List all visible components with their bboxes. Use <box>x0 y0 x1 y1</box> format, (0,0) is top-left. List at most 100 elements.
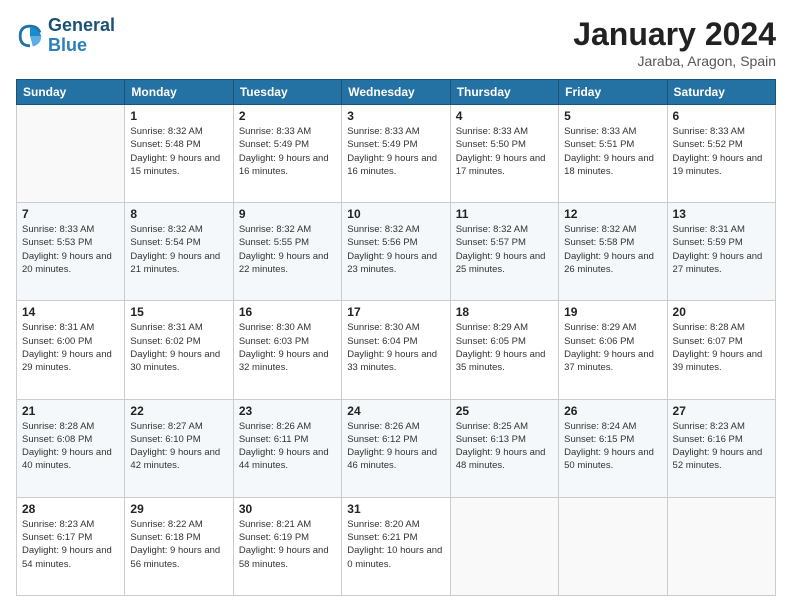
calendar-cell: 17Sunrise: 8:30 AM Sunset: 6:04 PM Dayli… <box>342 301 450 399</box>
day-number: 4 <box>456 109 553 123</box>
col-wednesday: Wednesday <box>342 80 450 105</box>
day-info: Sunrise: 8:26 AM Sunset: 6:11 PM Dayligh… <box>239 420 336 473</box>
day-number: 9 <box>239 207 336 221</box>
day-info: Sunrise: 8:29 AM Sunset: 6:05 PM Dayligh… <box>456 321 553 374</box>
day-number: 22 <box>130 404 227 418</box>
day-number: 5 <box>564 109 661 123</box>
calendar-cell: 24 Sunrise: 8:26 AM Sunset: 6:12 PM Dayli… <box>342 399 450 497</box>
logo-line2: Blue <box>48 35 87 55</box>
calendar-cell: 16 Sunrise: 8:30 AM Sunset: 6:03 PM Dayli… <box>233 301 341 399</box>
day-number: 10 <box>347 207 444 221</box>
day-number: 21 <box>22 404 119 418</box>
calendar-cell: 23 Sunrise: 8:26 AM Sunset: 6:11 PM Dayli… <box>233 399 341 497</box>
calendar-cell: 21Sunrise: 8:28 AM Sunset: 6:08 PM Dayli… <box>17 399 125 497</box>
day-info: Sunrise: 8:21 AM Sunset: 6:19 PM Dayligh… <box>239 518 336 571</box>
day-info: Sunrise: 8:20 AM Sunset: 6:21 PM Dayligh… <box>347 518 444 571</box>
day-number: 30 <box>239 502 336 516</box>
day-number: 13 <box>673 207 770 221</box>
day-info: Sunrise: 8:33 AM Sunset: 5:51 PM Dayligh… <box>564 125 661 178</box>
calendar-cell <box>667 497 775 595</box>
day-info: Sunrise: 8:32 AM Sunset: 5:54 PM Dayligh… <box>130 223 227 276</box>
day-number: 14 <box>22 305 119 319</box>
calendar-cell: 11 Sunrise: 8:32 AM Sunset: 5:57 PM Dayli… <box>450 203 558 301</box>
day-info: Sunrise: 8:31 AM Sunset: 6:02 PM Dayligh… <box>130 321 227 374</box>
calendar-cell: 7 Sunrise: 8:33 AM Sunset: 5:53 PM Daylig… <box>17 203 125 301</box>
day-info: Sunrise: 8:24 AM Sunset: 6:15 PM Dayligh… <box>564 420 661 473</box>
day-info: Sunrise: 8:32 AM Sunset: 5:55 PM Dayligh… <box>239 223 336 276</box>
day-number: 11 <box>456 207 553 221</box>
day-info: Sunrise: 8:27 AM Sunset: 6:10 PM Dayligh… <box>130 420 227 473</box>
calendar-cell: 6Sunrise: 8:33 AM Sunset: 5:52 PM Daylig… <box>667 105 775 203</box>
location: Jaraba, Aragon, Spain <box>573 53 776 69</box>
col-sunday: Sunday <box>17 80 125 105</box>
col-saturday: Saturday <box>667 80 775 105</box>
day-number: 2 <box>239 109 336 123</box>
calendar-cell: 9 Sunrise: 8:32 AM Sunset: 5:55 PM Daylig… <box>233 203 341 301</box>
calendar-week-row: 7 Sunrise: 8:33 AM Sunset: 5:53 PM Daylig… <box>17 203 776 301</box>
day-number: 19 <box>564 305 661 319</box>
day-number: 1 <box>130 109 227 123</box>
day-number: 17 <box>347 305 444 319</box>
calendar-table: Sunday Monday Tuesday Wednesday Thursday… <box>16 79 776 596</box>
calendar-cell: 3 Sunrise: 8:33 AM Sunset: 5:49 PM Daylig… <box>342 105 450 203</box>
day-number: 31 <box>347 502 444 516</box>
day-number: 7 <box>22 207 119 221</box>
day-number: 23 <box>239 404 336 418</box>
calendar-cell: 25 Sunrise: 8:25 AM Sunset: 6:13 PM Dayli… <box>450 399 558 497</box>
col-thursday: Thursday <box>450 80 558 105</box>
calendar-cell: 26 Sunrise: 8:24 AM Sunset: 6:15 PM Dayli… <box>559 399 667 497</box>
day-info: Sunrise: 8:32 AM Sunset: 5:48 PM Dayligh… <box>130 125 227 178</box>
calendar-header-row: Sunday Monday Tuesday Wednesday Thursday… <box>17 80 776 105</box>
col-monday: Monday <box>125 80 233 105</box>
logo: General Blue <box>16 16 115 56</box>
day-info: Sunrise: 8:26 AM Sunset: 6:12 PM Dayligh… <box>347 420 444 473</box>
logo-line1: General <box>48 16 115 36</box>
calendar-cell: 22 Sunrise: 8:27 AM Sunset: 6:10 PM Dayli… <box>125 399 233 497</box>
calendar-cell: 19 Sunrise: 8:29 AM Sunset: 6:06 PM Dayli… <box>559 301 667 399</box>
calendar-cell: 14Sunrise: 8:31 AM Sunset: 6:00 PM Dayli… <box>17 301 125 399</box>
day-info: Sunrise: 8:33 AM Sunset: 5:49 PM Dayligh… <box>347 125 444 178</box>
day-number: 24 <box>347 404 444 418</box>
day-info: Sunrise: 8:25 AM Sunset: 6:13 PM Dayligh… <box>456 420 553 473</box>
day-number: 12 <box>564 207 661 221</box>
month-title: January 2024 <box>573 16 776 53</box>
day-number: 16 <box>239 305 336 319</box>
col-friday: Friday <box>559 80 667 105</box>
calendar-cell: 12Sunrise: 8:32 AM Sunset: 5:58 PM Dayli… <box>559 203 667 301</box>
calendar-cell <box>450 497 558 595</box>
day-info: Sunrise: 8:30 AM Sunset: 6:03 PM Dayligh… <box>239 321 336 374</box>
day-number: 26 <box>564 404 661 418</box>
calendar-cell: 20Sunrise: 8:28 AM Sunset: 6:07 PM Dayli… <box>667 301 775 399</box>
calendar-cell: 15 Sunrise: 8:31 AM Sunset: 6:02 PM Dayli… <box>125 301 233 399</box>
day-number: 27 <box>673 404 770 418</box>
calendar-cell <box>17 105 125 203</box>
day-info: Sunrise: 8:22 AM Sunset: 6:18 PM Dayligh… <box>130 518 227 571</box>
calendar-cell: 4 Sunrise: 8:33 AM Sunset: 5:50 PM Daylig… <box>450 105 558 203</box>
day-number: 3 <box>347 109 444 123</box>
day-info: Sunrise: 8:31 AM Sunset: 5:59 PM Dayligh… <box>673 223 770 276</box>
day-info: Sunrise: 8:33 AM Sunset: 5:49 PM Dayligh… <box>239 125 336 178</box>
day-info: Sunrise: 8:33 AM Sunset: 5:53 PM Dayligh… <box>22 223 119 276</box>
calendar-cell <box>559 497 667 595</box>
day-number: 28 <box>22 502 119 516</box>
page: General Blue January 2024 Jaraba, Aragon… <box>0 0 792 612</box>
day-info: Sunrise: 8:23 AM Sunset: 6:16 PM Dayligh… <box>673 420 770 473</box>
day-number: 25 <box>456 404 553 418</box>
calendar-cell: 18 Sunrise: 8:29 AM Sunset: 6:05 PM Dayli… <box>450 301 558 399</box>
calendar-cell: 2 Sunrise: 8:33 AM Sunset: 5:49 PM Daylig… <box>233 105 341 203</box>
title-section: January 2024 Jaraba, Aragon, Spain <box>573 16 776 69</box>
col-tuesday: Tuesday <box>233 80 341 105</box>
day-number: 18 <box>456 305 553 319</box>
calendar-cell: 10 Sunrise: 8:32 AM Sunset: 5:56 PM Dayli… <box>342 203 450 301</box>
day-info: Sunrise: 8:32 AM Sunset: 5:56 PM Dayligh… <box>347 223 444 276</box>
day-info: Sunrise: 8:29 AM Sunset: 6:06 PM Dayligh… <box>564 321 661 374</box>
logo-icon <box>16 22 44 50</box>
day-number: 15 <box>130 305 227 319</box>
day-info: Sunrise: 8:33 AM Sunset: 5:52 PM Dayligh… <box>673 125 770 178</box>
calendar-cell: 1 Sunrise: 8:32 AM Sunset: 5:48 PM Daylig… <box>125 105 233 203</box>
logo-text: General Blue <box>48 16 115 56</box>
calendar-cell: 8Sunrise: 8:32 AM Sunset: 5:54 PM Daylig… <box>125 203 233 301</box>
day-number: 29 <box>130 502 227 516</box>
day-info: Sunrise: 8:33 AM Sunset: 5:50 PM Dayligh… <box>456 125 553 178</box>
day-info: Sunrise: 8:32 AM Sunset: 5:57 PM Dayligh… <box>456 223 553 276</box>
